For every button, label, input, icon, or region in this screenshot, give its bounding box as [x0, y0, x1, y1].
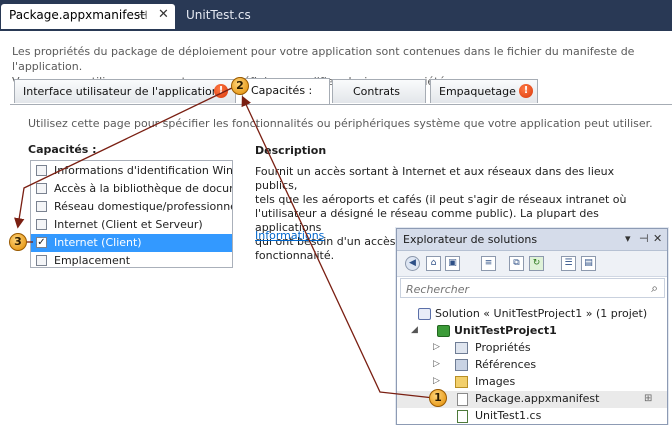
callout-3: 3 [9, 233, 27, 251]
callout-2: 2 [231, 77, 249, 95]
arrow-1-to-2 [241, 95, 435, 399]
annotation-arrows [14, 86, 435, 399]
arrow-2-to-3 [14, 86, 235, 229]
callout-1: 1 [429, 389, 447, 407]
